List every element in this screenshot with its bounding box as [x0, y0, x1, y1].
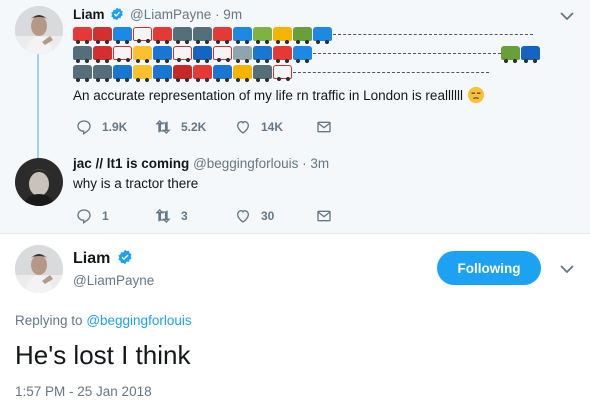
motorbike-icon [253, 65, 272, 82]
retweet-button[interactable]: 5.2K [155, 119, 206, 135]
ambulance-icon [133, 27, 152, 43]
like-count: 30 [261, 209, 275, 223]
truck-green-icon [253, 27, 272, 44]
reply-count: 1.9K [102, 120, 128, 134]
emoji-traffic-row-2 [73, 46, 541, 64]
bus-red-icon [93, 27, 112, 44]
taxi-icon [133, 65, 152, 82]
motorbike-icon [73, 65, 92, 82]
ambulance-icon [213, 46, 232, 62]
bus-blue-icon [153, 46, 172, 63]
tractor-icon [293, 27, 312, 44]
like-button[interactable]: 14K [235, 119, 283, 135]
main-tweet-text: He's lost I think [15, 340, 191, 370]
ambulance-icon [113, 46, 132, 62]
tweet2-author-name[interactable]: jac // lt1 is coming [73, 156, 189, 171]
car-red-icon [213, 27, 232, 44]
verified-badge-icon [118, 249, 132, 265]
dashed-road-line [293, 71, 489, 73]
retweet-icon [155, 120, 171, 134]
tweet1-time[interactable]: · 9m [215, 7, 242, 22]
ambulance-icon [273, 65, 292, 81]
tweet1-actions: 1.9K 5.2K 14K [73, 119, 373, 135]
chevron-down-icon[interactable] [560, 11, 574, 21]
like-count: 14K [261, 120, 284, 134]
bus-yellow-icon [273, 27, 292, 44]
envelope-icon [317, 121, 331, 133]
bus-yellow-icon [233, 65, 252, 82]
car-blue-icon [293, 46, 312, 63]
motorbike-icon [73, 46, 92, 63]
chevron-down-icon[interactable] [560, 264, 574, 274]
tweet1-header: Liam @LiamPayne · 9m [73, 7, 242, 22]
avatar-liam-main[interactable] [15, 245, 63, 293]
unamused-face-icon [467, 86, 484, 104]
tweet1-author-name[interactable]: Liam [73, 7, 105, 22]
fire-truck-icon [173, 65, 192, 82]
reply-icon [77, 120, 91, 135]
tweet2-text: why is a tractor there [73, 176, 199, 191]
main-tweet-timestamp[interactable]: 1:57 PM - 25 Jan 2018 [15, 384, 152, 399]
replying-prefix: Replying to [15, 313, 83, 328]
like-button[interactable]: 30 [235, 208, 274, 224]
motorbike-icon [193, 27, 212, 44]
police-light-icon [153, 27, 172, 44]
bus-blue-icon [213, 65, 232, 82]
following-button[interactable]: Following [437, 251, 541, 285]
bus-blue-icon [153, 65, 172, 82]
tweet2-header: jac // lt1 is coming @beggingforlouis · … [73, 156, 329, 171]
dashed-road-line [333, 33, 533, 35]
car-red-icon [193, 65, 212, 82]
thread-connector-line [37, 52, 39, 160]
main-author-handle[interactable]: @LiamPayne [73, 273, 154, 288]
taxi-icon [133, 46, 152, 63]
bus-blue-icon [113, 65, 132, 82]
car-blue-icon [113, 27, 132, 44]
retweet-count: 5.2K [181, 120, 207, 134]
police-car-icon [193, 46, 212, 63]
car-blue-icon [313, 27, 332, 44]
retweet-button[interactable]: 3 [155, 208, 188, 224]
dashed-road-line [313, 52, 501, 54]
emoji-traffic-row-3 [73, 65, 489, 83]
reply-button[interactable]: 1.9K [76, 119, 127, 135]
scooter-icon [233, 46, 252, 63]
reply-count: 1 [102, 209, 109, 223]
retweet-count: 3 [181, 209, 188, 223]
truck-blue-icon [521, 46, 540, 63]
replying-to-link[interactable]: @beggingforlouis [86, 313, 191, 328]
verified-badge-icon [111, 7, 124, 21]
tractor-icon [501, 46, 520, 63]
tweet1-author-handle[interactable]: @LiamPayne [130, 7, 211, 22]
motorbike-icon [93, 65, 112, 82]
tweet2-actions: 1 3 30 [73, 208, 373, 224]
direct-message-button[interactable] [316, 208, 342, 224]
envelope-icon [317, 210, 331, 222]
reply-icon [77, 209, 91, 224]
avatar-jac[interactable] [15, 158, 63, 206]
direct-message-button[interactable] [316, 119, 342, 135]
car-red-icon [73, 27, 92, 44]
tweet2-author-handle[interactable]: @beggingforlouis [193, 156, 298, 171]
reply-button[interactable]: 1 [76, 208, 109, 224]
tweet1-text: An accurate representation of my life rn… [73, 88, 463, 103]
bus-blue-icon [253, 46, 272, 63]
main-author-name-wrap: Liam [73, 249, 135, 268]
car-blue-icon [233, 27, 252, 44]
emoji-traffic-row-1 [73, 27, 533, 45]
bus-red-icon [93, 46, 112, 63]
avatar-liam[interactable] [15, 6, 63, 54]
tweet1-text-wrap: An accurate representation of my life rn… [73, 86, 485, 104]
replying-to-line: Replying to @beggingforlouis [15, 313, 192, 328]
ambulance-icon [173, 46, 192, 62]
car-red-icon [273, 46, 292, 63]
motorbike-icon [173, 27, 192, 44]
tweet2-time[interactable]: · 3m [302, 156, 329, 171]
retweet-icon [155, 209, 171, 223]
heart-icon [236, 120, 250, 134]
heart-icon [236, 209, 250, 223]
main-author-name[interactable]: Liam [73, 250, 110, 267]
